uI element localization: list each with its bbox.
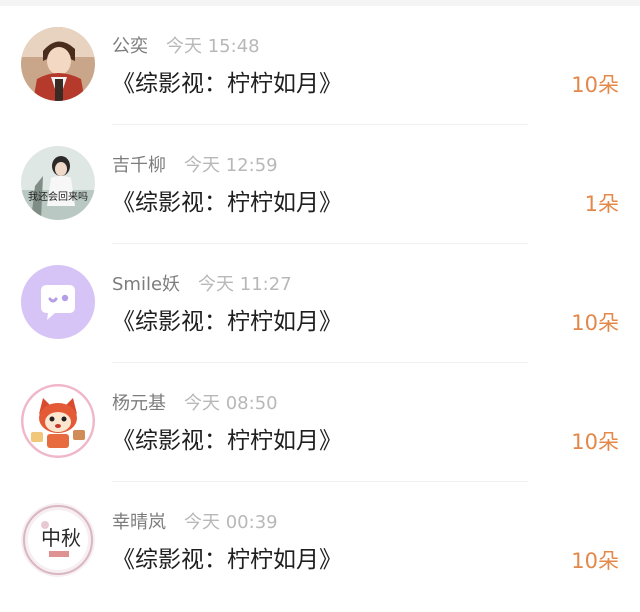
user-avatar[interactable] <box>21 384 95 458</box>
gift-time: 今天 11:27 <box>198 274 292 295</box>
user-info-line: 杨元基 今天 08:50 <box>112 392 278 416</box>
user-info-line: 幸晴岚 今天 00:39 <box>112 511 278 535</box>
cartoon-fox-avatar-icon <box>21 384 95 458</box>
user-name[interactable]: Smile妖 <box>112 274 180 295</box>
anime-boy-avatar-icon <box>21 27 95 101</box>
flower-count: 10朵 <box>571 311 619 335</box>
flower-count: 10朵 <box>571 549 619 573</box>
user-avatar[interactable] <box>21 265 95 339</box>
book-title[interactable]: 《综影视：柠柠如月》 <box>112 68 342 100</box>
list-item[interactable]: Smile妖 今天 11:27 《综影视：柠柠如月》 10朵 <box>0 244 640 363</box>
girl-photo-avatar-icon: 我还会回来吗 <box>21 146 95 220</box>
flower-count: 1朵 <box>584 192 619 216</box>
user-avatar[interactable]: 中秋 <box>21 503 95 577</box>
svg-text:中秋: 中秋 <box>41 526 81 550</box>
user-avatar[interactable]: 我还会回来吗 <box>21 146 95 220</box>
book-title[interactable]: 《综影视：柠柠如月》 <box>112 425 342 457</box>
gift-time: 今天 12:59 <box>184 155 278 176</box>
user-info-line: 吉千柳 今天 12:59 <box>112 154 278 178</box>
gift-time: 今天 08:50 <box>184 393 278 414</box>
book-title[interactable]: 《综影视：柠柠如月》 <box>112 187 342 219</box>
book-title[interactable]: 《综影视：柠柠如月》 <box>112 306 342 338</box>
user-info-line: Smile妖 今天 11:27 <box>112 273 292 297</box>
user-name[interactable]: 吉千柳 <box>112 155 166 176</box>
user-info-line: 公奕 今天 15:48 <box>112 35 260 59</box>
book-title[interactable]: 《综影视：柠柠如月》 <box>112 544 342 576</box>
list-item[interactable]: 中秋 幸晴岚 今天 00:39 《综影视：柠柠如月》 10朵 <box>0 482 640 601</box>
gift-record-list: 公奕 今天 15:48 《综影视：柠柠如月》 10朵 我还会回来吗 吉千柳 今天 1… <box>0 6 640 601</box>
user-avatar[interactable] <box>21 27 95 101</box>
svg-text:我还会回来吗: 我还会回来吗 <box>28 190 88 203</box>
user-name[interactable]: 杨元基 <box>112 393 166 414</box>
mid-autumn-avatar-icon: 中秋 <box>21 503 95 577</box>
gift-time: 今天 15:48 <box>166 36 260 57</box>
flower-count: 10朵 <box>571 430 619 454</box>
gift-time: 今天 00:39 <box>184 512 278 533</box>
default-chat-avatar-icon <box>21 265 95 339</box>
user-name[interactable]: 幸晴岚 <box>112 512 166 533</box>
user-name[interactable]: 公奕 <box>112 36 148 57</box>
list-item[interactable]: 杨元基 今天 08:50 《综影视：柠柠如月》 10朵 <box>0 363 640 482</box>
list-item[interactable]: 我还会回来吗 吉千柳 今天 12:59 《综影视：柠柠如月》 1朵 <box>0 125 640 244</box>
list-item[interactable]: 公奕 今天 15:48 《综影视：柠柠如月》 10朵 <box>0 6 640 125</box>
flower-count: 10朵 <box>571 73 619 97</box>
